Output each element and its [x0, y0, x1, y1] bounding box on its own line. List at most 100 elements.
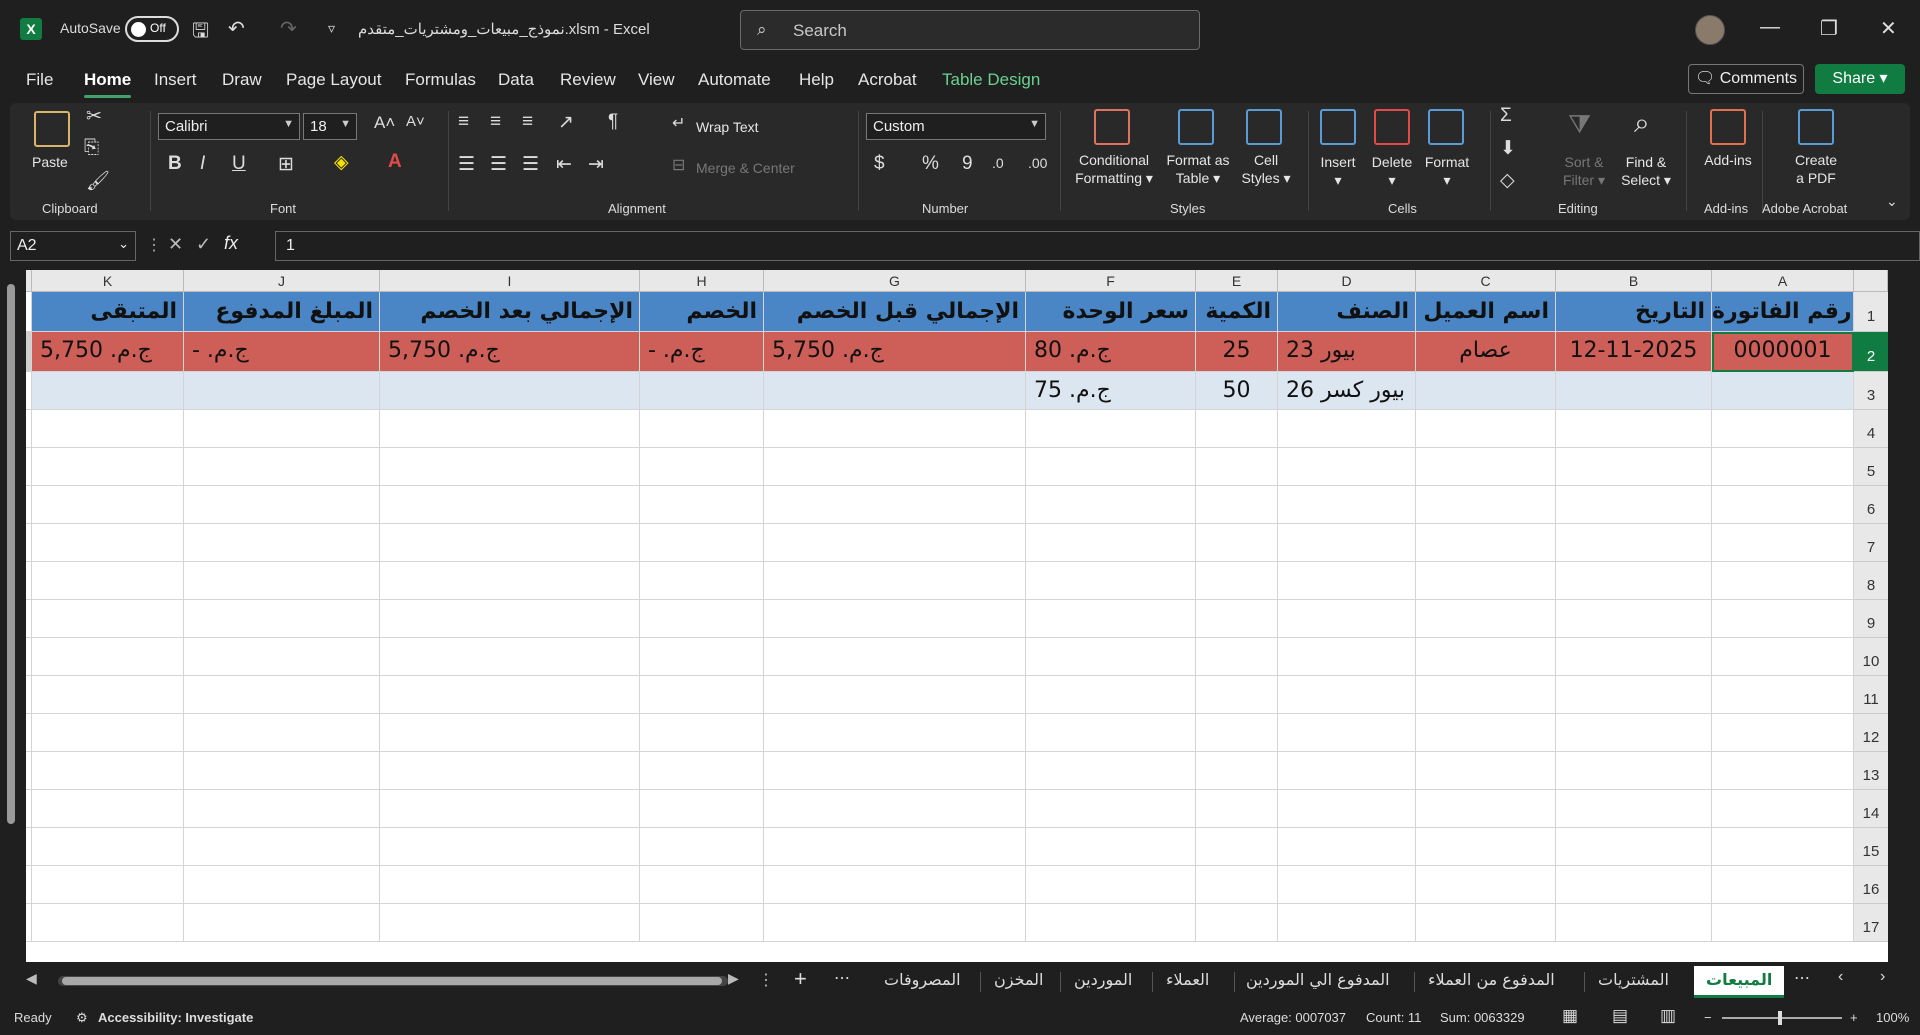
add-ins-button[interactable]: Add-ins: [1700, 151, 1756, 169]
normal-view-icon[interactable]: ▦: [1562, 1006, 1578, 1026]
delete-cells-button[interactable]: Delete ▾: [1368, 153, 1416, 189]
close-icon[interactable]: ✕: [1880, 16, 1897, 41]
row-header[interactable]: 1: [1854, 292, 1888, 332]
page-layout-view-icon[interactable]: ▤: [1612, 1006, 1628, 1026]
more-sheets-icon[interactable]: ⋯: [834, 968, 850, 988]
table-cell[interactable]: [1416, 372, 1556, 410]
prev-sheet-icon[interactable]: ‹: [1838, 968, 1843, 986]
empty-cell[interactable]: [380, 448, 640, 486]
collapse-ribbon-icon[interactable]: ⌄: [1886, 193, 1898, 210]
table-cell[interactable]: ج.م. -: [184, 332, 380, 372]
row-header[interactable]: 6: [1854, 486, 1888, 524]
next-sheet-icon[interactable]: ›: [1880, 968, 1885, 986]
table-header-cell[interactable]: رقم الفاتورة: [1712, 292, 1854, 332]
underline-icon[interactable]: U: [232, 153, 246, 175]
decrease-decimal-icon[interactable]: .00: [1028, 155, 1047, 171]
page-break-view-icon[interactable]: ▥: [1660, 1006, 1676, 1026]
conditional-formatting-button[interactable]: Conditional Formatting ▾: [1072, 151, 1156, 187]
empty-cell[interactable]: [1278, 410, 1416, 448]
empty-cell[interactable]: [1026, 904, 1196, 942]
orientation-icon[interactable]: ↗: [558, 111, 574, 134]
empty-cell[interactable]: [1416, 486, 1556, 524]
empty-cell[interactable]: [764, 828, 1026, 866]
empty-cell[interactable]: [1026, 486, 1196, 524]
column-header-g[interactable]: G: [764, 270, 1026, 292]
table-cell[interactable]: ج.م. 75: [1026, 372, 1196, 410]
empty-cell[interactable]: [640, 790, 764, 828]
more-icon[interactable]: ⋮: [758, 970, 774, 990]
rtl-icon[interactable]: ¶: [608, 111, 618, 133]
row-header[interactable]: 9: [1854, 600, 1888, 638]
comments-button[interactable]: 🗨 Comments: [1688, 64, 1804, 94]
share-button[interactable]: Share ▾: [1815, 64, 1905, 94]
empty-cell[interactable]: [1556, 562, 1712, 600]
row-header[interactable]: 7: [1854, 524, 1888, 562]
table-cell[interactable]: عصام: [1416, 332, 1556, 372]
empty-cell[interactable]: [764, 410, 1026, 448]
empty-cell[interactable]: [32, 676, 184, 714]
empty-cell[interactable]: [1026, 866, 1196, 904]
paste-icon[interactable]: [34, 111, 70, 147]
row-header[interactable]: 16: [1854, 866, 1888, 904]
tab-automate[interactable]: Automate: [698, 70, 771, 90]
empty-cell[interactable]: [184, 562, 380, 600]
empty-cell[interactable]: [1278, 866, 1416, 904]
empty-cell[interactable]: [380, 676, 640, 714]
empty-cell[interactable]: [1556, 676, 1712, 714]
clear-icon[interactable]: ◇: [1500, 169, 1515, 192]
empty-cell[interactable]: [1278, 790, 1416, 828]
empty-cell[interactable]: [640, 714, 764, 752]
empty-cell[interactable]: [32, 638, 184, 676]
table-header-cell[interactable]: المتبقى: [32, 292, 184, 332]
minimize-icon[interactable]: —: [1760, 16, 1780, 39]
align-bottom-icon[interactable]: ≡: [522, 111, 533, 133]
tab-view[interactable]: View: [638, 70, 675, 90]
empty-cell[interactable]: [32, 562, 184, 600]
empty-cell[interactable]: [1416, 828, 1556, 866]
bold-icon[interactable]: B: [168, 153, 182, 175]
table-cell[interactable]: [1712, 372, 1854, 410]
column-header-f[interactable]: F: [1026, 270, 1196, 292]
avatar[interactable]: [1695, 15, 1725, 45]
table-cell[interactable]: بيور كسر 26: [1278, 372, 1416, 410]
table-cell[interactable]: 0000001: [1712, 332, 1854, 372]
empty-cell[interactable]: [1712, 866, 1854, 904]
row-header[interactable]: 14: [1854, 790, 1888, 828]
table-header-cell[interactable]: الخصم: [640, 292, 764, 332]
empty-cell[interactable]: [764, 562, 1026, 600]
scroll-left-icon[interactable]: ◀: [26, 970, 37, 987]
percent-icon[interactable]: %: [922, 153, 939, 175]
column-header-b[interactable]: B: [1556, 270, 1712, 292]
empty-cell[interactable]: [184, 866, 380, 904]
row-header[interactable]: 4: [1854, 410, 1888, 448]
empty-cell[interactable]: [640, 904, 764, 942]
empty-cell[interactable]: [764, 486, 1026, 524]
tab-insert[interactable]: Insert: [154, 70, 197, 90]
empty-cell[interactable]: [1556, 524, 1712, 562]
table-cell[interactable]: [380, 372, 640, 410]
empty-cell[interactable]: [640, 828, 764, 866]
empty-cell[interactable]: [1416, 904, 1556, 942]
empty-cell[interactable]: [1196, 638, 1278, 676]
empty-cell[interactable]: [764, 448, 1026, 486]
empty-cell[interactable]: [1556, 752, 1712, 790]
empty-cell[interactable]: [1026, 524, 1196, 562]
format-as-table-button[interactable]: Format as Table ▾: [1166, 151, 1230, 187]
wrap-text-button[interactable]: Wrap Text: [696, 118, 759, 136]
table-cell[interactable]: 50: [1196, 372, 1278, 410]
empty-cell[interactable]: [1556, 714, 1712, 752]
sheet-tab[interactable]: المدفوع الي الموردين: [1246, 970, 1390, 989]
autosum-icon[interactable]: Σ: [1500, 105, 1512, 127]
align-center-icon[interactable]: ☰: [490, 153, 507, 176]
row-header[interactable]: 5: [1854, 448, 1888, 486]
empty-cell[interactable]: [764, 524, 1026, 562]
sort-filter-button[interactable]: Sort & Filter ▾: [1562, 153, 1606, 189]
sheet-tab[interactable]: المدفوع من العملاء: [1428, 970, 1555, 989]
empty-cell[interactable]: [1196, 524, 1278, 562]
empty-cell[interactable]: [764, 600, 1026, 638]
column-header-c[interactable]: C: [1416, 270, 1556, 292]
table-cell[interactable]: [1556, 372, 1712, 410]
tab-home[interactable]: Home: [84, 70, 132, 98]
empty-cell[interactable]: [184, 486, 380, 524]
empty-cell[interactable]: [32, 486, 184, 524]
